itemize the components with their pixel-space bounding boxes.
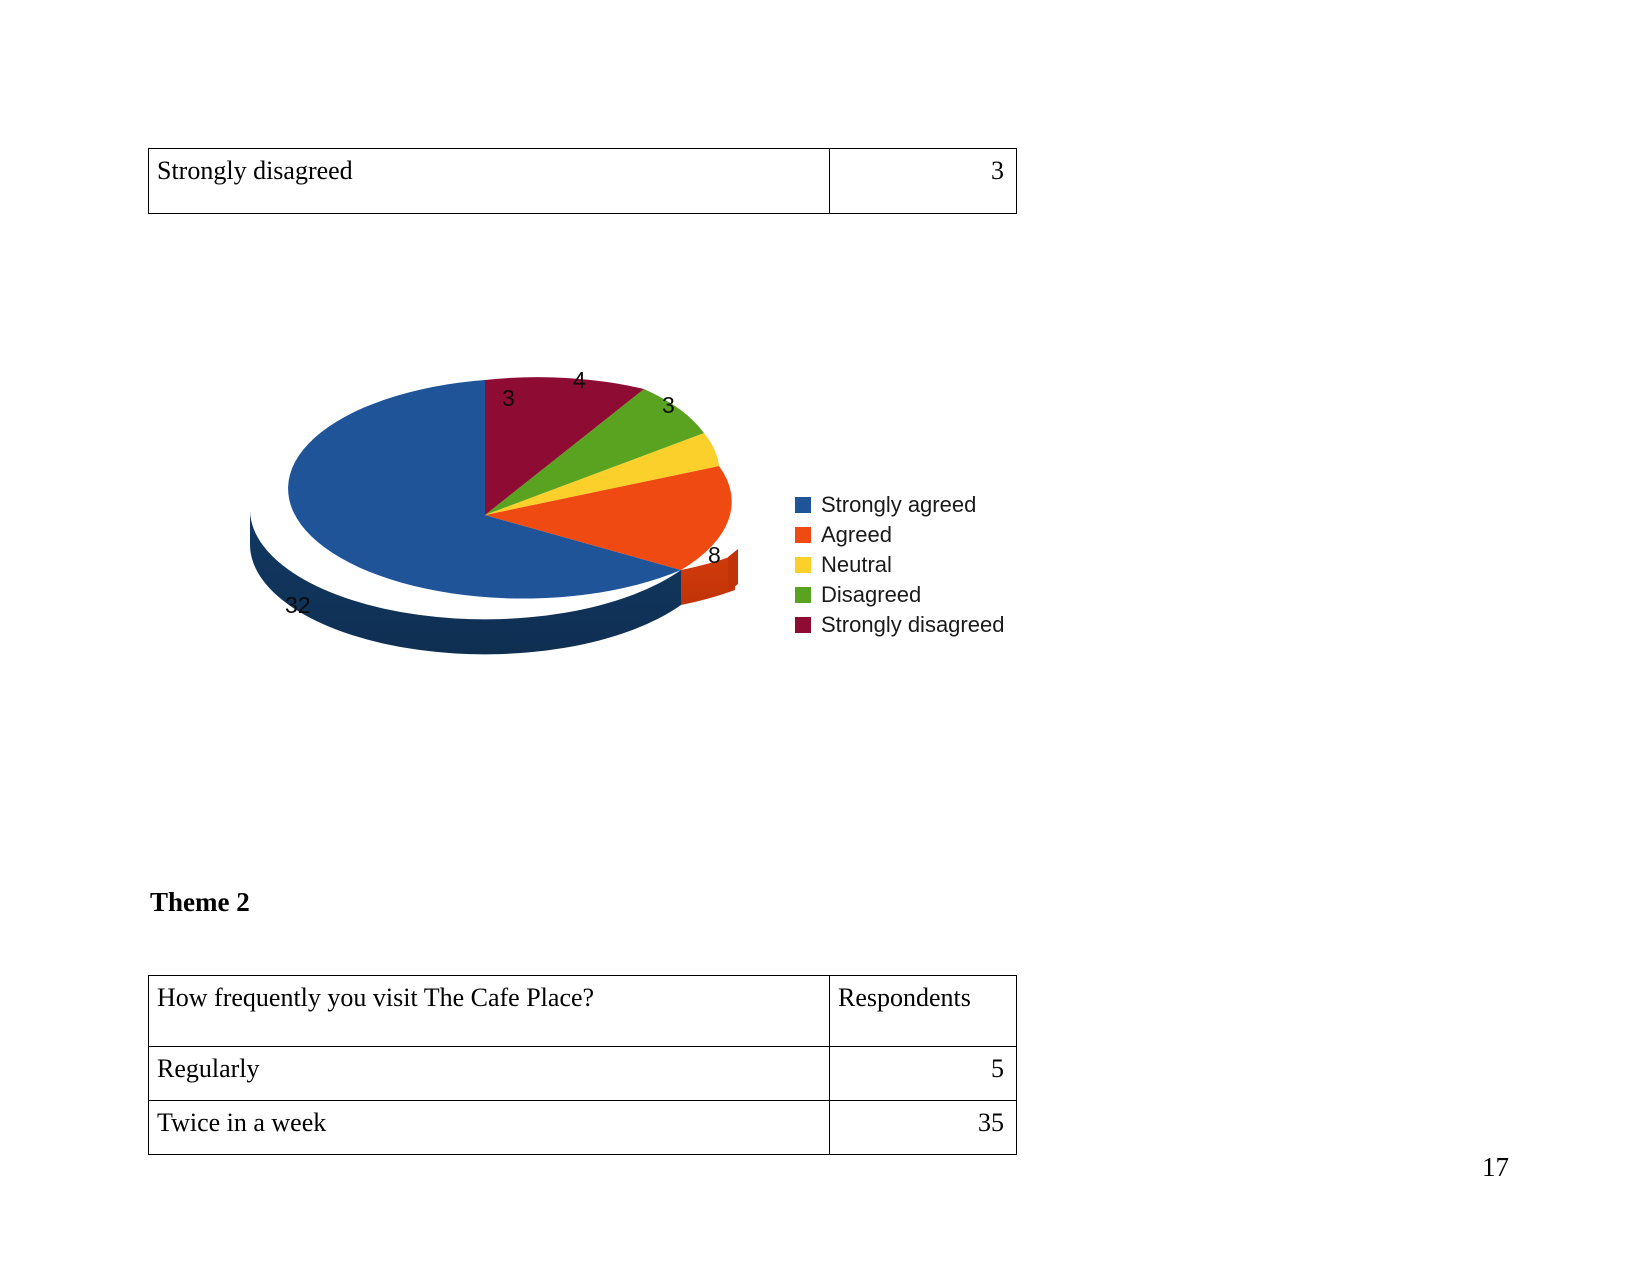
page-number: 17 bbox=[1482, 1152, 1509, 1182]
table-row: Strongly disagreed 3 bbox=[148, 148, 1017, 214]
legend-label: Disagreed bbox=[821, 582, 922, 607]
table-header-question: How frequently you visit The Cafe Place? bbox=[148, 975, 830, 1047]
survey-table-top: Strongly disagreed 3 bbox=[148, 148, 1017, 214]
table-cell-label: Strongly disagreed bbox=[148, 148, 830, 214]
legend-label: Neutral bbox=[821, 552, 892, 577]
legend-label: Strongly agreed bbox=[821, 492, 977, 517]
pie-data-label-disagreed: 4 bbox=[573, 367, 586, 393]
document-page: Strongly disagreed 3 32 8 3 4 3 Strongly… bbox=[0, 0, 1651, 1275]
table-cell-value: 3 bbox=[829, 148, 1017, 214]
table-cell-value: 35 bbox=[829, 1100, 1017, 1155]
pie-data-label-neutral: 3 bbox=[662, 392, 675, 418]
survey-table-bottom: How frequently you visit The Cafe Place?… bbox=[148, 975, 1017, 1155]
legend-item-strongly-agreed[interactable]: Strongly agreed bbox=[795, 490, 1004, 520]
legend-label: Agreed bbox=[821, 522, 892, 547]
legend-swatch-icon bbox=[795, 527, 811, 543]
section-heading-theme-2: Theme 2 bbox=[150, 887, 250, 917]
pie-data-label-strongly-agreed: 32 bbox=[285, 592, 311, 618]
legend-swatch-icon bbox=[795, 557, 811, 573]
chart-legend: Strongly agreed Agreed Neutral Disagreed… bbox=[795, 490, 1004, 640]
legend-item-neutral[interactable]: Neutral bbox=[795, 550, 1004, 580]
table-cell-label: Regularly bbox=[148, 1046, 830, 1101]
table-cell-label: Twice in a week bbox=[148, 1100, 830, 1155]
legend-label: Strongly disagreed bbox=[821, 612, 1005, 637]
legend-swatch-icon bbox=[795, 587, 811, 603]
legend-item-disagreed[interactable]: Disagreed bbox=[795, 580, 1004, 610]
pie-data-label-strongly-disagreed: 3 bbox=[502, 385, 515, 411]
table-header-respondents: Respondents bbox=[829, 975, 1017, 1047]
legend-swatch-icon bbox=[795, 617, 811, 633]
table-cell-value: 5 bbox=[829, 1046, 1017, 1101]
pie-data-label-agreed: 8 bbox=[708, 542, 721, 568]
table-header-row: How frequently you visit The Cafe Place?… bbox=[148, 975, 1017, 1047]
table-row: Twice in a week 35 bbox=[148, 1100, 1017, 1155]
legend-item-agreed[interactable]: Agreed bbox=[795, 520, 1004, 550]
pie-chart: 32 8 3 4 3 Strongly agreed Agreed Neutra… bbox=[230, 367, 1020, 730]
table-row: Regularly 5 bbox=[148, 1046, 1017, 1101]
legend-item-strongly-disagreed[interactable]: Strongly disagreed bbox=[795, 610, 1004, 640]
legend-swatch-icon bbox=[795, 497, 811, 513]
